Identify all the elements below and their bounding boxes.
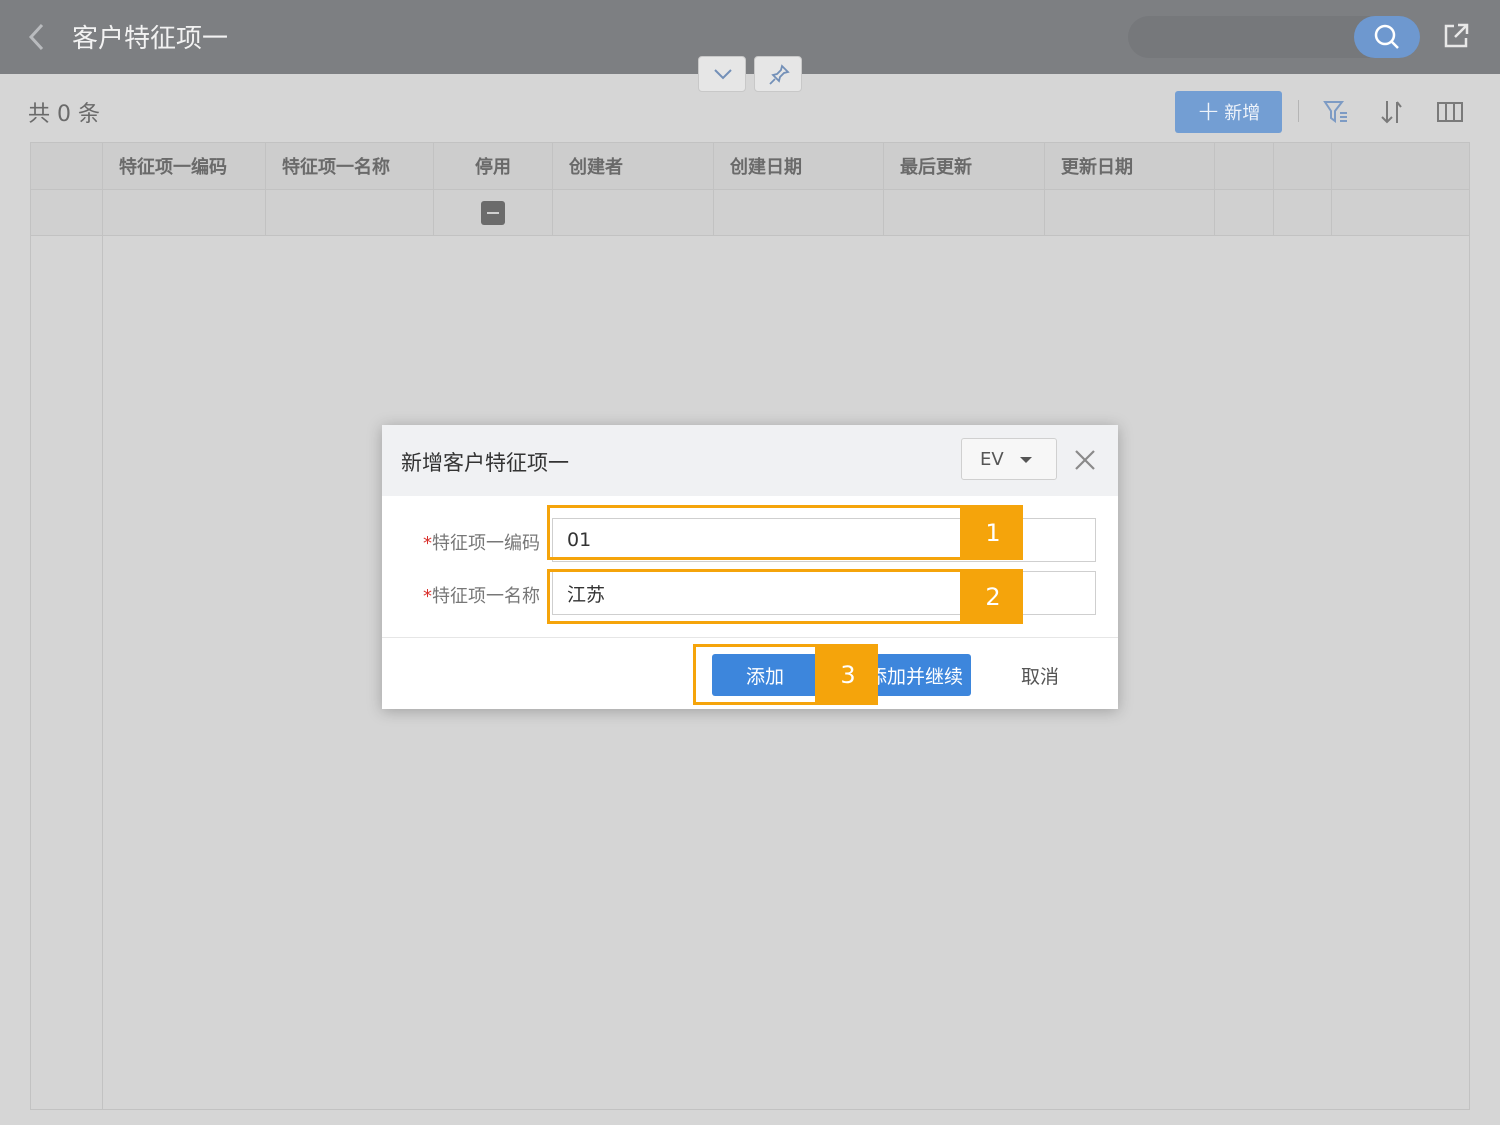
columns-button[interactable] (1434, 96, 1466, 128)
column-header-creator[interactable]: 创建者 (553, 143, 714, 189)
record-count: 共 0 条 (28, 102, 100, 127)
header-selector-cell[interactable] (31, 143, 103, 189)
annotation-highlight-1 (547, 505, 963, 560)
plus-icon: + (1196, 93, 1221, 127)
column-header-disabled[interactable]: 停用 (434, 143, 553, 189)
sort-icon (1381, 101, 1402, 124)
annotation-highlight-3 (693, 644, 818, 705)
dialog-header: 新增客户特征项一 EV (382, 425, 1118, 496)
dialog-divider (382, 637, 1118, 638)
filter-cell (1332, 190, 1469, 235)
external-link-icon (1444, 23, 1469, 48)
column-header-created-date[interactable]: 创建日期 (714, 143, 884, 189)
columns-icon (1437, 102, 1463, 122)
code-field-label: *特征项一编码 (423, 533, 540, 554)
filter-cell (1215, 190, 1274, 235)
annotation-badge-1: 1 (963, 505, 1023, 560)
add-new-button[interactable]: + 新增 (1175, 91, 1282, 133)
annotation-highlight-2 (547, 569, 963, 624)
dialog-close-button[interactable] (1072, 447, 1098, 473)
toolbar-divider (1298, 100, 1299, 122)
filter-cell-name[interactable] (266, 190, 434, 235)
minus-icon (487, 211, 499, 214)
close-icon (1075, 450, 1095, 470)
export-button[interactable] (1440, 20, 1472, 52)
grid-filter-row (31, 190, 1469, 236)
chevron-left-icon (28, 23, 44, 51)
back-button[interactable] (22, 20, 52, 54)
column-header-blank (1332, 143, 1469, 189)
add-new-label: 新增 (1224, 103, 1261, 124)
column-header-blank (1274, 143, 1332, 189)
grid-header-row: 特征项一编码 特征项一名称 停用 创建者 创建日期 最后更新 更新日期 (31, 143, 1469, 190)
top-header: 客户特征项一 (0, 0, 1500, 74)
filter-cell-last-updater[interactable] (884, 190, 1045, 235)
filter-cell (31, 190, 103, 235)
column-header-code[interactable]: 特征项一编码 (103, 143, 266, 189)
filter-icon (1323, 101, 1347, 123)
page-title: 客户特征项一 (72, 24, 229, 54)
required-mark: * (423, 586, 432, 607)
grid-row-selector-column (102, 236, 103, 1110)
column-header-last-updater[interactable]: 最后更新 (884, 143, 1045, 189)
annotation-badge-2: 2 (963, 569, 1023, 624)
filter-button[interactable] (1320, 96, 1352, 128)
filter-cell-created-date[interactable] (714, 190, 884, 235)
name-field-label: *特征项一名称 (423, 586, 540, 607)
chevron-down-icon (714, 69, 732, 80)
column-header-blank (1215, 143, 1274, 189)
filter-cell (1274, 190, 1332, 235)
column-header-updated-date[interactable]: 更新日期 (1045, 143, 1215, 189)
search-button[interactable] (1354, 16, 1420, 58)
filter-cell-creator[interactable] (553, 190, 714, 235)
filter-cell-code[interactable] (103, 190, 266, 235)
dialog-title: 新增客户特征项一 (401, 451, 569, 475)
column-header-name[interactable]: 特征项一名称 (266, 143, 434, 189)
pin-button[interactable] (754, 56, 802, 92)
language-select[interactable]: EV (961, 438, 1057, 480)
indeterminate-checkbox[interactable] (481, 200, 505, 225)
sort-button[interactable] (1376, 96, 1408, 128)
caret-down-icon (1020, 457, 1032, 463)
language-select-value: EV (980, 448, 1004, 470)
filter-cell-updated-date[interactable] (1045, 190, 1215, 235)
cancel-button[interactable]: 取消 (1002, 654, 1078, 696)
collapse-toggle-button[interactable] (698, 56, 746, 92)
annotation-badge-3: 3 (818, 644, 878, 705)
filter-cell-disabled (434, 190, 553, 235)
required-mark: * (423, 533, 432, 554)
pin-icon (769, 64, 790, 85)
search-icon (1374, 24, 1399, 49)
